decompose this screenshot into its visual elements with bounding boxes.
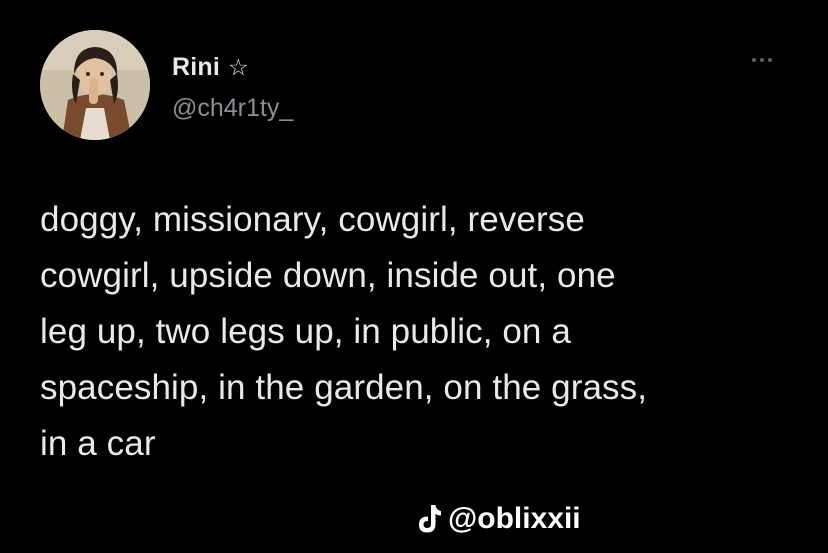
tiktok-watermark: @oblixxii (418, 502, 581, 536)
tweet-text-line: doggy, missionary, cowgirl, reverse (40, 200, 585, 239)
more-dot (752, 58, 756, 62)
user-name-row[interactable]: Rini ☆ (172, 53, 249, 82)
avatar-image (40, 30, 150, 140)
user-handle[interactable]: @ch4r1ty_ (172, 94, 293, 123)
star-outline-icon: ☆ (228, 54, 249, 80)
tiktok-logo-icon (419, 505, 441, 533)
tweet-text: doggy, missionary, cowgirl, reverse cowg… (40, 192, 800, 472)
tweet-card: Rini ☆ @ch4r1ty_ doggy, missionary, cowg… (0, 0, 828, 553)
display-name[interactable]: Rini (172, 53, 220, 82)
tweet-text-line: in a car (40, 424, 156, 463)
more-dot (760, 58, 764, 62)
watermark-handle: @oblixxii (448, 502, 581, 535)
more-dot (768, 58, 772, 62)
avatar[interactable] (40, 30, 150, 140)
more-options-icon[interactable] (752, 58, 772, 62)
tweet-text-line: leg up, two legs up, in public, on a (40, 312, 571, 351)
tweet-text-line: spaceship, in the garden, on the grass, (40, 368, 648, 407)
tweet-text-line: cowgirl, upside down, inside out, one (40, 256, 616, 295)
